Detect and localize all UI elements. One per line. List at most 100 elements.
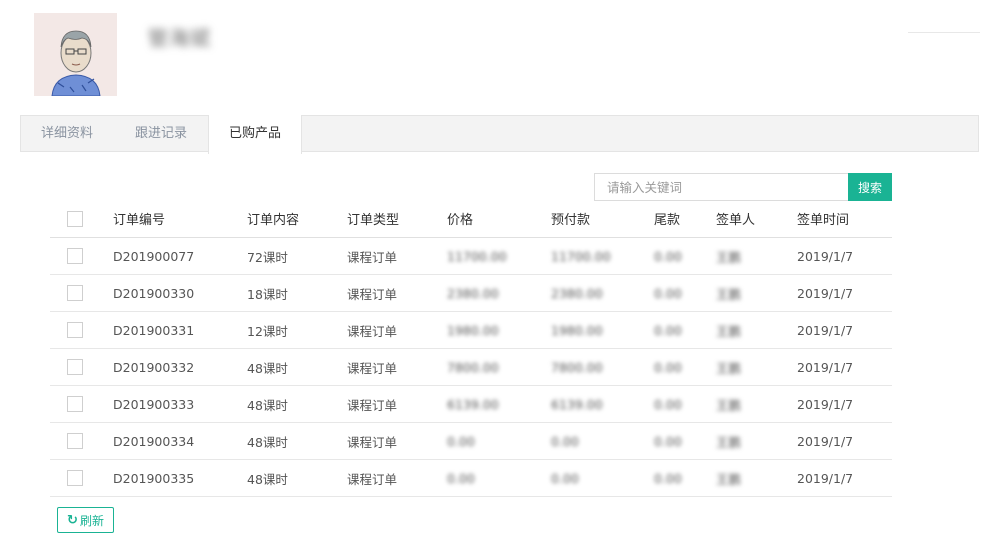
price-cell: 0.00 (447, 422, 551, 460)
header-divider (908, 32, 980, 33)
refresh-icon: ↻ (67, 512, 78, 528)
balance-cell: 0.00 (654, 311, 716, 349)
price-cell: 11700.00 (447, 237, 551, 275)
type-cell: 课程订单 (347, 459, 447, 497)
signer-cell: 王鹏 (716, 311, 797, 349)
table-row[interactable]: D201900077 72课时 课程订单 11700.00 11700.00 0… (50, 237, 892, 275)
column-header-content: 订单内容 (247, 200, 347, 238)
content-cell: 72课时 (247, 237, 347, 275)
row-select-cell (50, 422, 113, 460)
balance-cell: 0.00 (654, 348, 716, 386)
balance-cell: 0.00 (654, 459, 716, 497)
content-cell: 18课时 (247, 274, 347, 312)
prepaid-cell: 7800.00 (551, 348, 654, 386)
date-cell: 2019/1/7 (797, 422, 892, 460)
row-select-cell (50, 459, 113, 497)
table-row[interactable]: D201900332 48课时 课程订单 7800.00 7800.00 0.0… (50, 348, 892, 386)
prepaid-cell: 11700.00 (551, 237, 654, 275)
signer-cell: 王鹏 (716, 459, 797, 497)
row-select-cell (50, 348, 113, 386)
signer-cell: 王鹏 (716, 348, 797, 386)
row-checkbox[interactable] (67, 322, 83, 339)
row-checkbox[interactable] (67, 396, 83, 413)
price-cell: 7800.00 (447, 348, 551, 386)
order-no-cell: D201900332 (113, 348, 247, 386)
user-name: 管海斌 (148, 26, 211, 50)
order-no-cell: D201900334 (113, 422, 247, 460)
prepaid-cell: 2380.00 (551, 274, 654, 312)
order-no-cell: D201900077 (113, 237, 247, 275)
type-cell: 课程订单 (347, 237, 447, 275)
content-cell: 48课时 (247, 422, 347, 460)
date-cell: 2019/1/7 (797, 459, 892, 497)
date-cell: 2019/1/7 (797, 274, 892, 312)
signer-cell: 王鹏 (716, 274, 797, 312)
tab-bar: 详细资料 跟进记录 已购产品 (20, 115, 979, 154)
row-checkbox[interactable] (67, 285, 83, 302)
price-cell: 0.00 (447, 459, 551, 497)
table-row[interactable]: D201900330 18课时 课程订单 2380.00 2380.00 0.0… (50, 274, 892, 312)
prepaid-cell: 0.00 (551, 459, 654, 497)
content-cell: 48课时 (247, 385, 347, 423)
type-cell: 课程订单 (347, 311, 447, 349)
type-cell: 课程订单 (347, 274, 447, 312)
order-no-cell: D201900333 (113, 385, 247, 423)
date-cell: 2019/1/7 (797, 385, 892, 423)
row-select-cell (50, 311, 113, 349)
tab-details[interactable]: 详细资料 (21, 115, 113, 153)
select-all-checkbox[interactable] (67, 210, 83, 227)
search-button[interactable]: 搜索 (848, 173, 892, 201)
orders-table: 订单编号 订单内容 订单类型 价格 预付款 尾款 签单人 签单时间 D20190… (50, 200, 892, 497)
avatar-illustration (34, 13, 117, 96)
order-no-cell: D201900335 (113, 459, 247, 497)
table-row[interactable]: D201900333 48课时 课程订单 6139.00 6139.00 0.0… (50, 385, 892, 423)
tab-follow-up[interactable]: 跟进记录 (116, 115, 206, 153)
type-cell: 课程订单 (347, 422, 447, 460)
column-header-prepaid: 预付款 (551, 200, 654, 238)
balance-cell: 0.00 (654, 385, 716, 423)
balance-cell: 0.00 (654, 422, 716, 460)
refresh-button[interactable]: ↻ 刷新 (57, 507, 114, 533)
type-cell: 课程订单 (347, 348, 447, 386)
type-cell: 课程订单 (347, 385, 447, 423)
row-checkbox[interactable] (67, 248, 83, 265)
column-header-date: 签单时间 (797, 200, 892, 238)
date-cell: 2019/1/7 (797, 237, 892, 275)
price-cell: 2380.00 (447, 274, 551, 312)
signer-cell: 王鹏 (716, 237, 797, 275)
column-header-signer: 签单人 (716, 200, 797, 238)
signer-cell: 王鹏 (716, 385, 797, 423)
column-header-price: 价格 (447, 200, 551, 238)
balance-cell: 0.00 (654, 274, 716, 312)
balance-cell: 0.00 (654, 237, 716, 275)
prepaid-cell: 6139.00 (551, 385, 654, 423)
row-select-cell (50, 237, 113, 275)
row-checkbox[interactable] (67, 359, 83, 376)
prepaid-cell: 0.00 (551, 422, 654, 460)
content-cell: 12课时 (247, 311, 347, 349)
table-header-row: 订单编号 订单内容 订单类型 价格 预付款 尾款 签单人 签单时间 (50, 200, 892, 238)
order-no-cell: D201900330 (113, 274, 247, 312)
content-cell: 48课时 (247, 348, 347, 386)
tab-purchased-products[interactable]: 已购产品 (208, 115, 302, 154)
price-cell: 6139.00 (447, 385, 551, 423)
table-row[interactable]: D201900331 12课时 课程订单 1980.00 1980.00 0.0… (50, 311, 892, 349)
row-select-cell (50, 274, 113, 312)
column-header-type: 订单类型 (347, 200, 447, 238)
row-checkbox[interactable] (67, 470, 83, 487)
row-select-cell (50, 385, 113, 423)
search-input[interactable] (594, 173, 849, 201)
column-header-order-no: 订单编号 (113, 200, 247, 238)
select-all-cell (50, 200, 113, 238)
table-row[interactable]: D201900334 48课时 课程订单 0.00 0.00 0.00 王鹏 2… (50, 422, 892, 460)
prepaid-cell: 1980.00 (551, 311, 654, 349)
date-cell: 2019/1/7 (797, 348, 892, 386)
price-cell: 1980.00 (447, 311, 551, 349)
order-no-cell: D201900331 (113, 311, 247, 349)
signer-cell: 王鹏 (716, 422, 797, 460)
content-cell: 48课时 (247, 459, 347, 497)
avatar (34, 13, 117, 96)
table-row[interactable]: D201900335 48课时 课程订单 0.00 0.00 0.00 王鹏 2… (50, 459, 892, 497)
row-checkbox[interactable] (67, 433, 83, 450)
column-header-balance: 尾款 (654, 200, 716, 238)
